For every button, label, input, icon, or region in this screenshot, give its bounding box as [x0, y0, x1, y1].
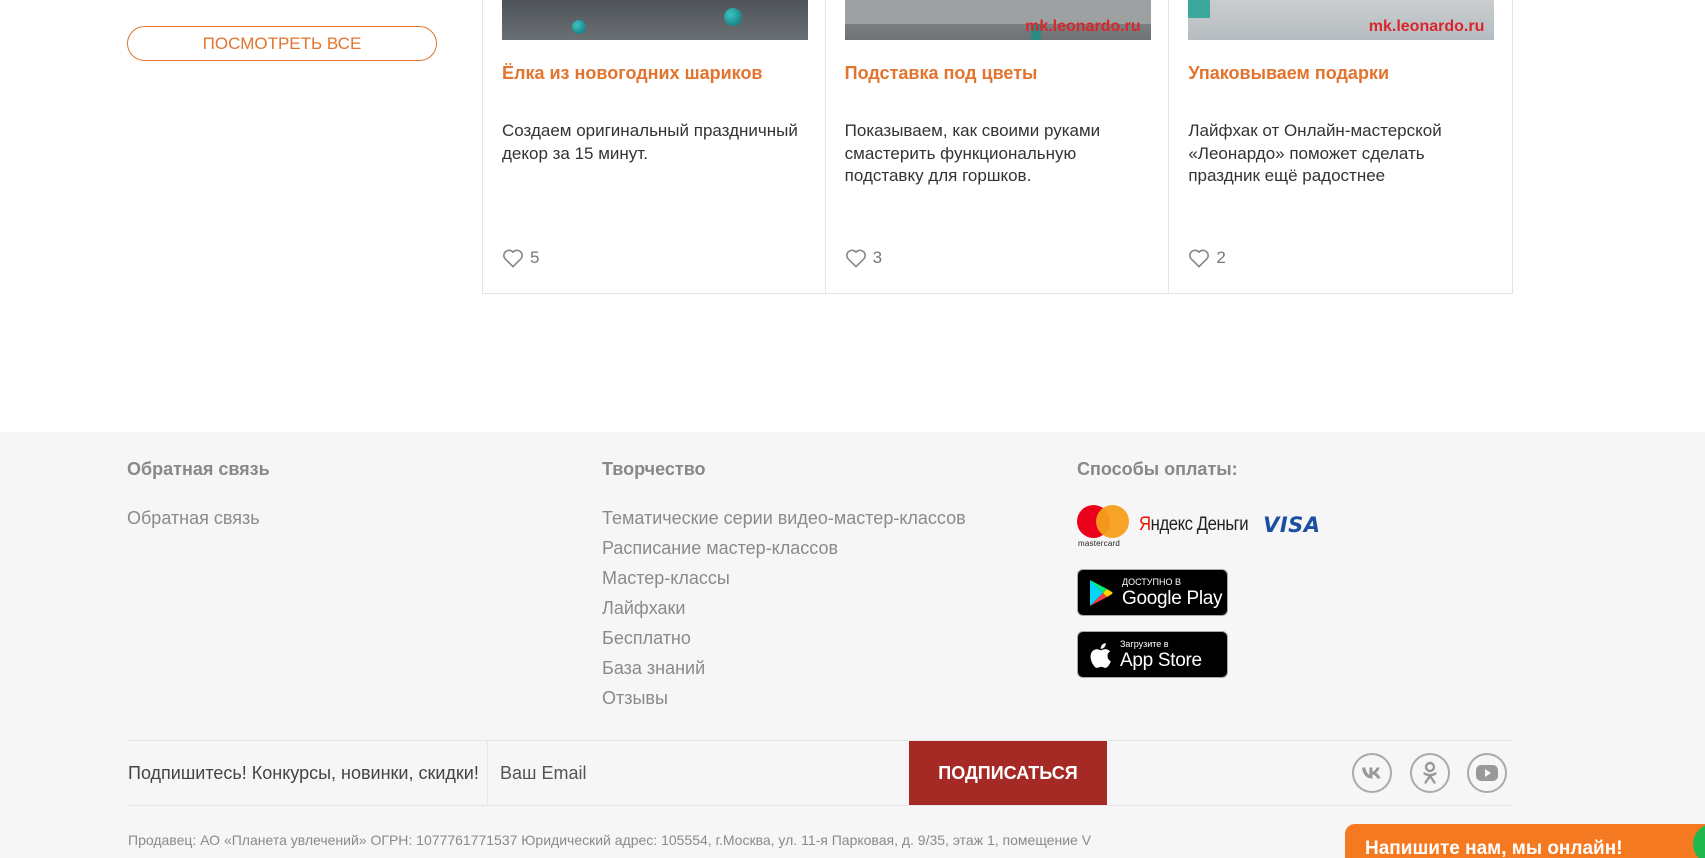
- decor-ball: [572, 20, 586, 34]
- online-chat-button[interactable]: Напишите нам, мы онлайн!: [1345, 824, 1705, 858]
- mastercard-text: mastercard: [1078, 539, 1121, 548]
- card-title[interactable]: Подставка под цветы: [845, 62, 1155, 84]
- odnoklassniki-link[interactable]: [1410, 753, 1450, 793]
- like-counter[interactable]: 2: [1188, 248, 1226, 268]
- app-store-small-text: Загрузите в: [1120, 638, 1169, 649]
- image-watermark: mk.leonardo.ru: [1025, 18, 1141, 35]
- heart-icon: [503, 249, 523, 268]
- google-play-icon: [1090, 579, 1113, 606]
- app-store-badge[interactable]: Загрузите в App Store: [1077, 631, 1228, 678]
- footer-creative-column: Творчество Тематические серии видео-маст…: [602, 458, 966, 713]
- mastercard-logo: mastercard: [1077, 503, 1129, 548]
- card-description: Создаем оригинальный праздничный декор з…: [502, 121, 798, 163]
- lifehack-card[interactable]: mk.leonardo.ru Подставка под цветы Показ…: [825, 0, 1170, 294]
- seller-info: Продавец: АО «Планета увлечений» ОГРН: 1…: [128, 832, 1092, 848]
- google-play-big-text: Google Play: [1122, 587, 1223, 609]
- footer-link-reviews[interactable]: Отзывы: [602, 683, 966, 713]
- lifehack-cards: Ёлка из новогодних шариков Создаем ориги…: [482, 0, 1514, 294]
- email-field[interactable]: [488, 741, 909, 805]
- yandex-money-logo: Яндекс Деньги: [1139, 514, 1249, 535]
- vk-link[interactable]: [1352, 753, 1392, 793]
- chat-status-indicator: [1693, 824, 1705, 858]
- lifehack-card[interactable]: mk.leonardo.ru Упаковываем подарки Лайфх…: [1169, 0, 1514, 294]
- subscribe-button[interactable]: ПОДПИСАТЬСЯ: [909, 741, 1107, 805]
- card-description: Показываем, как своими руками смастерить…: [844, 121, 1101, 185]
- card-image[interactable]: mk.leonardo.ru: [844, 0, 1151, 40]
- like-count: 2: [1216, 248, 1226, 267]
- vk-icon: [1362, 767, 1381, 779]
- payment-methods: mastercard Яндекс Деньги VISA: [1077, 503, 1321, 548]
- app-store-big-text: App Store: [1120, 649, 1202, 671]
- footer-link-knowledge-base[interactable]: База знаний: [602, 653, 966, 683]
- card-title[interactable]: Ёлка из новогодних шариков: [502, 62, 812, 84]
- odnoklassniki-icon: [1423, 761, 1437, 784]
- subscribe-text: Подпишитесь! Конкурсы, новинки, скидки!: [128, 763, 479, 783]
- google-play-small-text: ДОСТУПНО В: [1122, 576, 1181, 587]
- card-description: Лайфхак от Онлайн-мастерской «Леонардо» …: [1188, 121, 1442, 185]
- card-title[interactable]: Упаковываем подарки: [1188, 62, 1498, 84]
- footer-link-master-classes[interactable]: Мастер-классы: [602, 563, 966, 593]
- footer-link-free[interactable]: Бесплатно: [602, 623, 966, 653]
- card-image[interactable]: mk.leonardo.ru: [1188, 0, 1495, 40]
- youtube-icon: [1476, 765, 1498, 781]
- youtube-link[interactable]: [1467, 753, 1507, 793]
- footer-payment-column: Способы оплаты: mastercard Яндекс Деньги…: [1077, 458, 1321, 678]
- heart-icon: [845, 249, 866, 268]
- site-footer: Обратная связь Обратная связь Творчество…: [0, 432, 1705, 858]
- decor-ball: [724, 8, 742, 26]
- apple-icon: [1090, 642, 1111, 668]
- footer-feedback-column: Обратная связь Обратная связь: [127, 458, 270, 533]
- like-counter[interactable]: 3: [845, 248, 882, 268]
- content-area: ПОСМОТРЕТЬ ВСЕ Ёлка из новогодних шарико…: [0, 0, 1705, 432]
- lifehack-card[interactable]: Ёлка из новогодних шариков Создаем ориги…: [482, 0, 826, 294]
- image-watermark: mk.leonardo.ru: [1368, 18, 1485, 35]
- footer-link-video-series[interactable]: Тематические серии видео-мастер-классов: [602, 503, 966, 533]
- google-play-badge[interactable]: ДОСТУПНО В Google Play: [1077, 569, 1228, 616]
- footer-payment-title: Способы оплаты:: [1077, 459, 1238, 479]
- visa-logo: VISA: [1263, 513, 1321, 537]
- image-gift-ribbon: [1188, 0, 1211, 18]
- footer-feedback-title: Обратная связь: [127, 459, 270, 479]
- footer-divider: [127, 805, 1513, 806]
- footer-link-schedule[interactable]: Расписание мастер-классов: [602, 533, 966, 563]
- footer-link-feedback[interactable]: Обратная связь: [127, 503, 270, 533]
- footer-link-lifehacks[interactable]: Лайфхаки: [602, 593, 966, 623]
- card-image[interactable]: [502, 0, 808, 40]
- heart-icon: [1189, 249, 1210, 268]
- like-count: 5: [530, 248, 540, 267]
- footer-creative-title: Творчество: [602, 459, 706, 479]
- chat-label: Напишите нам, мы онлайн!: [1365, 838, 1623, 858]
- like-counter[interactable]: 5: [502, 248, 539, 268]
- like-count: 3: [872, 248, 883, 267]
- view-all-button[interactable]: ПОСМОТРЕТЬ ВСЕ: [127, 26, 437, 61]
